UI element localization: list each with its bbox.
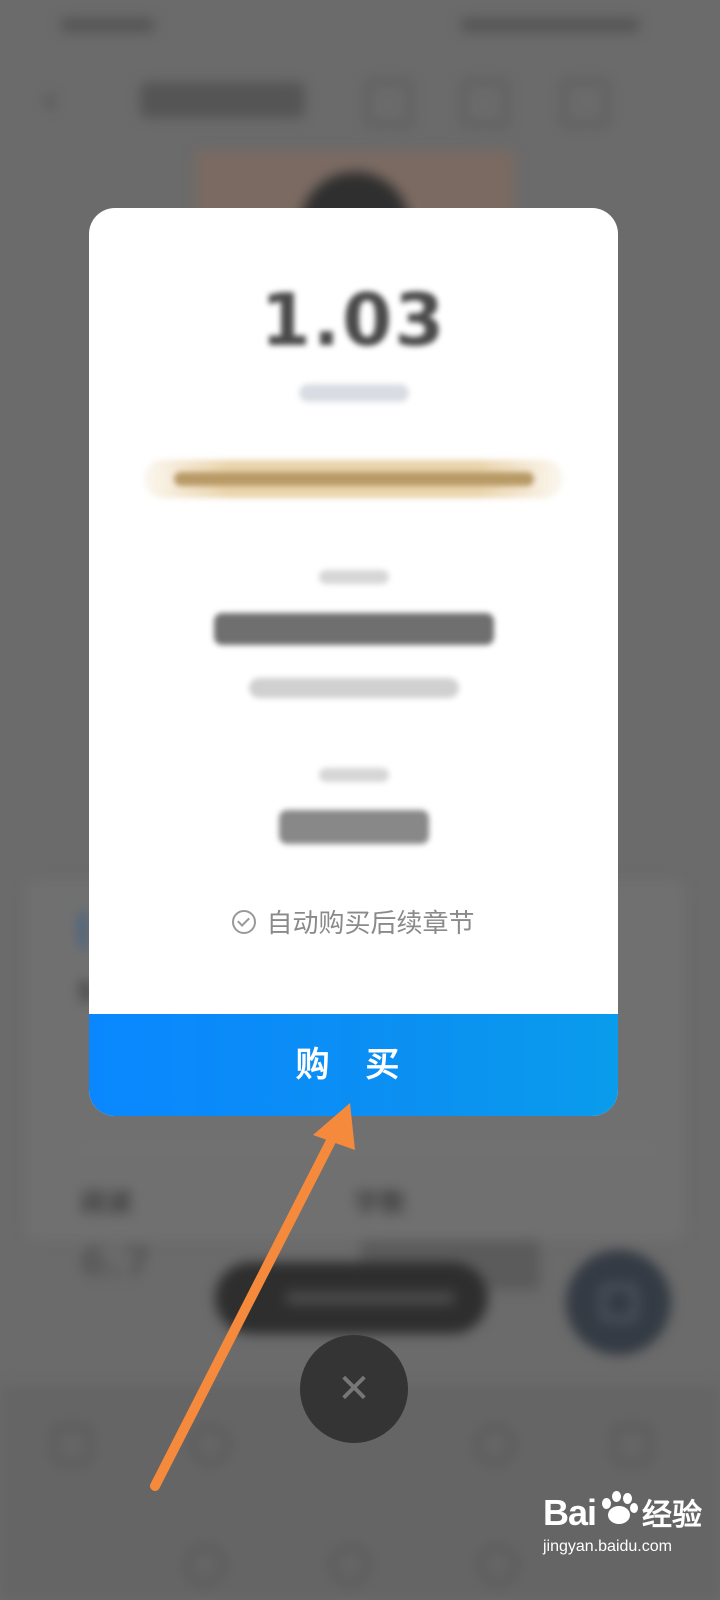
nav-extra-icon[interactable]: [185, 1545, 225, 1585]
discount-section-label: [319, 768, 389, 782]
close-dialog-button[interactable]: ✕: [300, 1335, 408, 1443]
auto-buy-toggle[interactable]: 自动购买后续章节: [89, 903, 618, 939]
nav-font-icon[interactable]: [612, 1425, 652, 1465]
words-label: 字数: [354, 1189, 407, 1219]
divider: [80, 1148, 655, 1150]
reader-top-bar: ‹: [0, 60, 720, 140]
nav-menu-icon[interactable]: [52, 1425, 92, 1465]
promo-banner[interactable]: [144, 460, 563, 498]
back-icon[interactable]: ‹: [42, 80, 64, 120]
read-label: 阅读: [80, 1189, 133, 1219]
baidu-jingyan-watermark: Bai 经验 jingyan.baidu.com: [543, 1490, 703, 1555]
watermark-brand-left: Bai: [543, 1492, 597, 1533]
status-bar: [0, 0, 720, 50]
check-circle-icon: [232, 909, 257, 934]
read-value: 6.7: [80, 1240, 151, 1286]
comment-fab[interactable]: [566, 1250, 671, 1355]
toast-message: [215, 1262, 488, 1334]
nav-extra-icon[interactable]: [478, 1545, 518, 1585]
nav-theme-icon[interactable]: [475, 1425, 515, 1465]
nav-progress-icon[interactable]: [190, 1425, 230, 1465]
auto-buy-label: 自动购买后续章节: [266, 909, 475, 939]
comment-icon: [601, 1285, 637, 1321]
balance-text: [299, 384, 409, 402]
chapters-hint: [249, 678, 459, 698]
baidu-paw-icon: [598, 1490, 640, 1526]
buy-button[interactable]: 购 买: [89, 1014, 618, 1116]
watermark-url: jingyan.baidu.com: [543, 1538, 672, 1555]
toc-icon[interactable]: [366, 80, 412, 126]
share-icon[interactable]: [562, 80, 608, 126]
watermark-brand-right: 经验: [642, 1498, 703, 1533]
selected-chapters[interactable]: [214, 613, 494, 645]
price-amount: 1.03: [260, 278, 447, 362]
chapters-section-label: [319, 570, 389, 584]
purchase-dialog: 1.03 自动购买后续章节 购 买: [89, 208, 618, 1116]
discount-value: [279, 810, 429, 844]
listen-icon[interactable]: [462, 80, 508, 126]
book-title: [140, 82, 305, 118]
nav-extra-icon[interactable]: [330, 1545, 370, 1585]
close-icon: ✕: [337, 1366, 371, 1412]
